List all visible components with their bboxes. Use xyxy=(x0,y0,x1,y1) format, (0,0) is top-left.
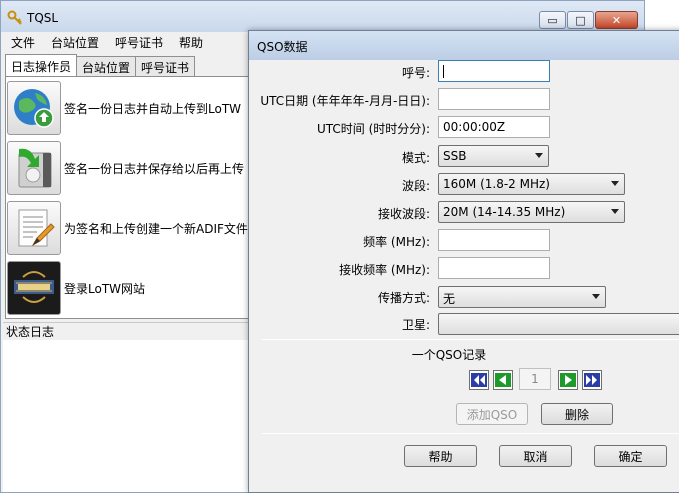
last-record-icon xyxy=(584,373,600,387)
prev-record-icon xyxy=(495,373,511,387)
action-sign-save-label: 签名一份日志并保存给以后再上传 xyxy=(64,161,245,176)
utc-time-label: UTC时间 (时时分分): xyxy=(316,122,430,136)
tab-station-locations[interactable]: 台站位置 xyxy=(76,56,137,76)
main-title-bar: TQSL ▭ □ ✕ xyxy=(1,1,644,32)
separator xyxy=(262,433,679,434)
rx-band-label: 接收波段: xyxy=(377,207,430,221)
maximize-icon: □ xyxy=(575,13,586,27)
save-disk-icon[interactable] xyxy=(7,141,61,195)
utc-date-input[interactable] xyxy=(438,88,550,110)
rx-frequency-label: 接收频率 (MHz): xyxy=(339,263,430,277)
tab-log-operations[interactable]: 日志操作员 xyxy=(5,54,78,76)
action-create-adif[interactable]: 为签名和上传创建一个新ADIF文件 xyxy=(7,200,248,256)
chevron-down-icon xyxy=(611,181,619,186)
minimize-button[interactable]: ▭ xyxy=(539,11,566,29)
propagation-mode-label: 传播方式: xyxy=(377,291,430,305)
record-count-label: 一个QSO记录 xyxy=(411,348,487,362)
rx-band-value: 20M (14-14.35 MHz) xyxy=(443,205,566,219)
band-value: 160M (1.8-2 MHz) xyxy=(443,177,550,191)
status-log-area[interactable] xyxy=(3,340,251,492)
close-icon: ✕ xyxy=(611,13,622,27)
logbook-logo-icon[interactable] xyxy=(7,261,61,315)
maximize-button[interactable]: □ xyxy=(567,11,594,29)
callsign-label: 呼号: xyxy=(401,66,430,80)
first-record-button[interactable] xyxy=(469,370,489,390)
separator xyxy=(262,339,679,340)
menu-callsign-cert[interactable]: 呼号证书 xyxy=(105,34,169,51)
dialog-title: QSO数据 xyxy=(257,40,308,54)
status-log-header: 状态日志 xyxy=(3,322,253,340)
action-sign-upload-label: 签名一份日志并自动上传到LoTW xyxy=(64,101,242,116)
first-record-icon xyxy=(471,373,487,387)
tab-callsign-certs[interactable]: 呼号证书 xyxy=(135,56,196,76)
dialog-title-bar: QSO数据 xyxy=(249,31,679,60)
mode-label: 模式: xyxy=(401,151,430,165)
satellite-select[interactable] xyxy=(438,313,679,335)
utc-date-label: UTC日期 (年年年年-月月-日日): xyxy=(260,94,430,108)
chevron-down-icon xyxy=(592,294,600,299)
record-index-field[interactable]: 1 xyxy=(519,368,551,390)
prev-record-button[interactable] xyxy=(493,370,513,390)
close-button[interactable]: ✕ xyxy=(595,11,638,29)
callsign-input[interactable] xyxy=(438,60,550,82)
qso-data-dialog: QSO数据 呼号: UTC日期 (年年年年-月月-日日): UTC时间 (时时分… xyxy=(248,30,679,493)
chevron-down-icon xyxy=(535,153,543,158)
add-qso-button[interactable]: 添加QSO xyxy=(456,403,528,425)
utc-time-input[interactable]: 00:00:00Z xyxy=(438,116,550,138)
ok-button[interactable]: 确定 xyxy=(594,445,667,467)
delete-button[interactable]: 删除 xyxy=(541,403,613,425)
menu-file[interactable]: 文件 xyxy=(1,34,41,51)
tab-strip: 日志操作员 台站位置 呼号证书 xyxy=(5,54,196,77)
propagation-mode-value: 无 xyxy=(443,292,456,306)
action-sign-upload[interactable]: 签名一份日志并自动上传到LoTW xyxy=(7,80,241,136)
text-caret xyxy=(443,65,444,78)
action-create-adif-label: 为签名和上传创建一个新ADIF文件 xyxy=(64,221,248,236)
cancel-button[interactable]: 取消 xyxy=(499,445,572,467)
next-record-icon xyxy=(560,373,576,387)
action-login-lotw[interactable]: 登录LoTW网站 xyxy=(7,260,145,316)
menu-help[interactable]: 帮助 xyxy=(169,34,209,51)
band-select[interactable]: 160M (1.8-2 MHz) xyxy=(438,173,625,195)
action-sign-save[interactable]: 签名一份日志并保存给以后再上传 xyxy=(7,140,244,196)
last-record-button[interactable] xyxy=(582,370,602,390)
mode-value: SSB xyxy=(443,149,467,163)
rx-band-select[interactable]: 20M (14-14.35 MHz) xyxy=(438,201,625,223)
globe-upload-icon[interactable] xyxy=(7,81,61,135)
chevron-down-icon xyxy=(611,209,619,214)
minimize-icon: ▭ xyxy=(547,13,558,27)
action-login-lotw-label: 登录LoTW网站 xyxy=(64,281,146,296)
satellite-label: 卫星: xyxy=(401,318,430,332)
help-button[interactable]: 帮助 xyxy=(404,445,477,467)
edit-document-icon[interactable] xyxy=(7,201,61,255)
mode-select[interactable]: SSB xyxy=(438,145,549,167)
next-record-button[interactable] xyxy=(558,370,578,390)
window-title: TQSL xyxy=(27,11,59,25)
menu-station-location[interactable]: 台站位置 xyxy=(41,34,105,51)
key-icon xyxy=(7,10,22,25)
frequency-label: 频率 (MHz): xyxy=(363,235,430,249)
rx-frequency-input[interactable] xyxy=(438,257,550,279)
propagation-mode-select[interactable]: 无 xyxy=(438,286,606,308)
band-label: 波段: xyxy=(401,179,430,193)
frequency-input[interactable] xyxy=(438,229,550,251)
